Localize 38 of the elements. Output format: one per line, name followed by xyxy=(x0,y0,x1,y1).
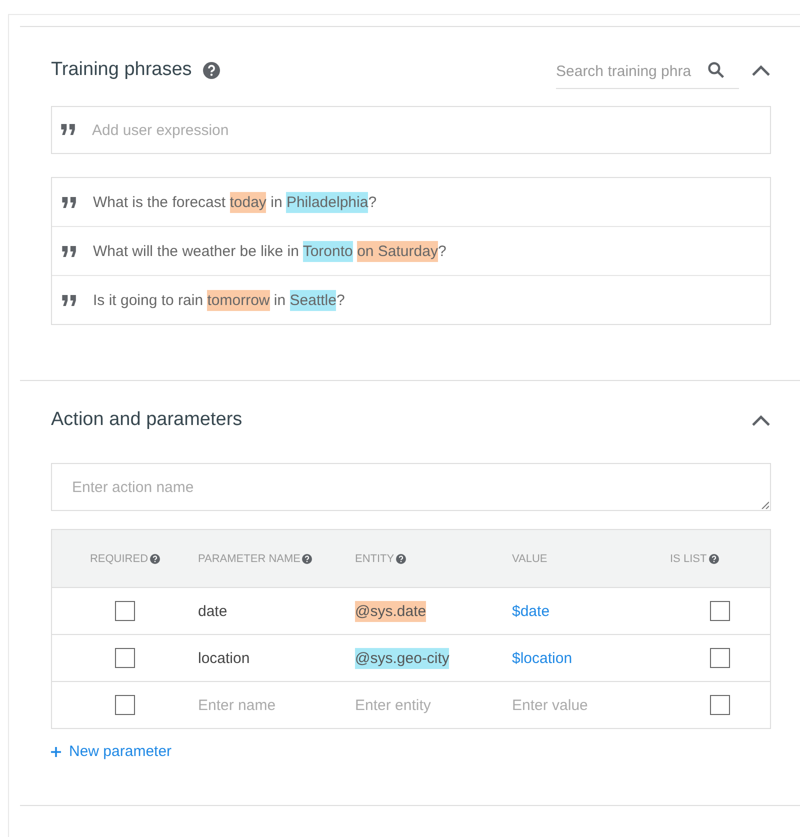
parameter-value[interactable]: $location xyxy=(512,650,572,666)
parameter-name: location xyxy=(198,650,250,666)
quote-icon xyxy=(62,246,77,256)
parameter-name: date xyxy=(198,602,228,620)
checkbox[interactable] xyxy=(115,648,135,668)
column-header: IS LIST xyxy=(670,552,707,564)
section-title: Training phrases xyxy=(51,59,192,81)
expression-field[interactable]: Add user expression xyxy=(51,106,771,154)
help-icon[interactable] xyxy=(202,62,220,78)
training-phrase[interactable]: What will the weather be like in Toronto on Saturday? xyxy=(93,242,446,260)
help-icon[interactable] xyxy=(302,554,312,564)
column-header: VALUE xyxy=(512,552,548,564)
action-name-field[interactable]: Enter action name xyxy=(51,463,771,511)
collapse-icon[interactable] xyxy=(751,414,771,426)
entity-chip[interactable]: @sys.geo-city xyxy=(355,648,450,668)
help-icon[interactable] xyxy=(396,554,406,564)
column-header: ENTITY xyxy=(355,552,394,564)
search-icon[interactable] xyxy=(707,61,725,79)
plus-icon[interactable] xyxy=(51,746,61,756)
new-parameter-link[interactable]: New parameter xyxy=(51,743,172,760)
checkbox[interactable] xyxy=(710,601,730,621)
help-icon[interactable] xyxy=(708,554,719,564)
parameter-value[interactable]: $date xyxy=(512,602,550,620)
checkbox[interactable] xyxy=(115,695,135,715)
column-header: REQUIRED xyxy=(90,552,148,564)
entity-chip[interactable]: @sys.date xyxy=(355,600,426,622)
resize-handle-icon[interactable] xyxy=(761,501,769,509)
quote-icon xyxy=(62,196,77,208)
collapse-icon[interactable] xyxy=(751,64,771,76)
training-phrase[interactable]: Is it going to rain tomorrow in Seattle? xyxy=(93,292,345,308)
section-title: Action and parameters xyxy=(51,409,242,431)
help-icon[interactable] xyxy=(150,554,160,564)
checkbox[interactable] xyxy=(710,648,730,668)
quote-icon xyxy=(61,124,76,135)
column-header: PARAMETER NAME xyxy=(198,552,300,564)
checkbox[interactable] xyxy=(115,601,135,621)
checkbox[interactable] xyxy=(710,695,730,715)
quote-icon xyxy=(62,294,77,306)
